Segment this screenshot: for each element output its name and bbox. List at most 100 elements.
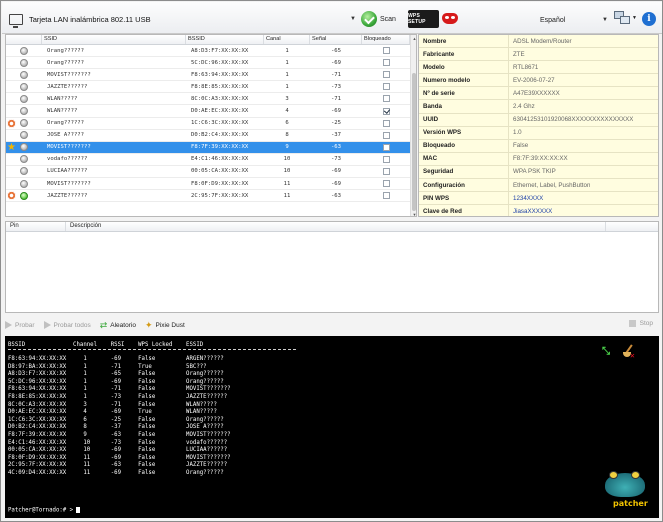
adapter-dropdown[interactable]: Tarjeta LAN inalámbrica 802.11 USB ▼ xyxy=(6,11,360,28)
detail-value[interactable]: JiasaXXXXXX xyxy=(509,208,552,215)
security-icon xyxy=(20,58,28,67)
cell-bssid: E4:C1:46:XX:XX:XX xyxy=(191,156,249,163)
locked-checkbox[interactable] xyxy=(382,119,390,127)
security-icon xyxy=(20,46,28,55)
detail-key: Fabricante xyxy=(419,48,509,61)
cell-signal: -25 xyxy=(330,120,342,127)
locked-checkbox[interactable] xyxy=(382,131,390,139)
network-row[interactable]: Orang?????? A8:D3:F7:XX:XX:XX 1 -65 xyxy=(6,45,410,58)
wps-setup-logo[interactable]: WPS SETUP xyxy=(408,10,439,28)
detail-value[interactable]: 1234XXXX xyxy=(509,195,543,202)
locked-checkbox[interactable] xyxy=(382,180,390,188)
locked-checkbox[interactable] xyxy=(382,71,390,79)
monitor-icon xyxy=(9,13,23,28)
column-locked[interactable]: Bloqueado xyxy=(362,35,410,44)
column-channel[interactable]: Canal xyxy=(264,35,310,44)
console-line: 00:05:CA:XX:XX:XX 10 -69 False LUCIAA???… xyxy=(8,447,228,454)
locked-checkbox[interactable] xyxy=(382,107,390,115)
network-row[interactable]: Orang?????? 5C:DC:96:XX:XX:XX 1 -69 xyxy=(6,57,410,70)
expand-icon[interactable]: ⤡ xyxy=(602,346,610,357)
detail-value: WPA PSK TKIP xyxy=(513,168,556,176)
pixie-dust-button[interactable]: ✦ Pixie Dust xyxy=(145,320,185,331)
network-list-scrollbar[interactable]: ▲ ▼ xyxy=(410,35,416,216)
scan-button[interactable]: Scan xyxy=(361,10,401,28)
console-line: F8:63:94:XX:XX:XX 1 -69 False ARGEN?????… xyxy=(8,356,224,362)
cell-channel: 11 xyxy=(283,180,291,187)
info-icon[interactable]: i xyxy=(642,12,656,26)
detail-value: 1.0 xyxy=(513,129,522,137)
locked-checkbox[interactable] xyxy=(382,155,390,163)
network-list-header: SSID BSSID Canal Señal Bloqueado xyxy=(6,35,410,45)
column-ssid[interactable]: SSID xyxy=(42,35,186,44)
scroll-down-icon[interactable]: ▼ xyxy=(411,212,416,216)
security-icon xyxy=(20,143,28,152)
network-row[interactable]: WLAN????? 8C:0C:A3:XX:XX:XX 3 -71 xyxy=(6,93,410,106)
network-row[interactable]: ★ MOVIST??????? F8:7F:39:XX:XX:XX 9 -63 xyxy=(6,141,410,154)
network-row[interactable]: JAZZTE?????? 2C:95:7F:XX:XX:XX 11 -63 xyxy=(6,190,410,203)
network-row[interactable]: WLAN????? D0:AE:EC:XX:XX:XX 4 -69 xyxy=(6,105,410,118)
aleatorio-button[interactable]: ⇄ Aleatorio xyxy=(100,320,136,331)
locked-checkbox[interactable] xyxy=(382,59,390,67)
detail-key: UUID xyxy=(419,113,509,126)
network-row[interactable]: JOSE A????? D0:B2:C4:XX:XX:XX 8 -37 xyxy=(6,130,410,142)
column-pin[interactable]: Pin xyxy=(6,222,66,231)
probar-button[interactable]: Probar xyxy=(5,321,35,329)
row-icons xyxy=(6,155,42,164)
security-icon xyxy=(20,70,28,79)
cell-bssid: F8:8E:85:XX:XX:XX xyxy=(191,83,249,90)
detail-row: Fabricante ZTE xyxy=(419,48,658,62)
detail-key: Nº de serie xyxy=(419,87,509,100)
detail-value: F8:7F:39:XX:XX:XX xyxy=(513,155,568,163)
locked-checkbox[interactable] xyxy=(382,83,390,91)
network-adapter-icon[interactable] xyxy=(614,11,632,26)
cell-locked xyxy=(362,155,410,163)
locked-checkbox[interactable] xyxy=(382,192,390,200)
detail-key: PIN WPS xyxy=(419,192,509,205)
locked-checkbox[interactable] xyxy=(382,167,390,175)
console-line: E4:C1:46:XX:XX:XX 10 -73 False vodafo???… xyxy=(8,439,228,446)
probar-todos-label: Probar todos xyxy=(53,321,91,329)
scroll-up-icon[interactable]: ▲ xyxy=(411,36,416,41)
column-signal[interactable]: Señal xyxy=(310,35,362,44)
cell-ssid: WLAN????? xyxy=(47,108,78,115)
cursor xyxy=(76,507,81,513)
cell-locked xyxy=(362,119,410,127)
locked-checkbox[interactable] xyxy=(382,47,390,55)
console-line: F8:7F:39:XX:XX:XX 9 -63 False MOVIST????… xyxy=(8,431,231,438)
network-row[interactable]: MOVIST??????? F8:0F:D9:XX:XX:XX 11 -69 xyxy=(6,178,410,191)
locked-checkbox[interactable] xyxy=(382,143,390,151)
security-icon xyxy=(20,179,28,188)
cell-signal: -63 xyxy=(330,144,342,151)
logo-text: patcher xyxy=(613,499,648,508)
console-prompt[interactable]: Patcher@Tornado:# > xyxy=(8,507,81,514)
detail-row: Seguridad WPA PSK TKIP xyxy=(419,165,658,180)
console-output[interactable]: BSSID Channel RSSI WPS Locked ESSID F8:6… xyxy=(5,336,659,518)
adapter-label: Tarjeta LAN inalámbrica 802.11 USB xyxy=(29,14,151,24)
column-description[interactable]: Descripción xyxy=(66,222,606,231)
probar-todos-button[interactable]: Probar todos xyxy=(43,321,91,329)
console-header: BSSID Channel RSSI WPS Locked ESSID xyxy=(8,342,204,348)
cell-ssid: MOVIST??????? xyxy=(47,71,91,78)
console-line: D0:B2:C4:XX:XX:XX 8 -37 False JOSE A????… xyxy=(8,424,224,431)
cell-channel: 1 xyxy=(285,59,289,66)
scrollbar-thumb[interactable] xyxy=(412,73,416,211)
console-line: 4C:09:D4:XX:XX:XX 11 -69 False Orang????… xyxy=(8,469,224,476)
detail-row: Banda 2.4 Ghz xyxy=(419,100,658,114)
cell-locked xyxy=(362,180,410,188)
clear-console-icon[interactable]: ✕ xyxy=(622,344,636,360)
blank-icon xyxy=(7,58,16,67)
column-bssid[interactable]: BSSID xyxy=(186,35,264,44)
detail-row: Nombre ADSL Modem/Router xyxy=(419,35,658,49)
language-dropdown[interactable]: Español ▼ xyxy=(540,13,612,27)
network-row[interactable]: Orang?????? 1C:C6:3C:XX:XX:XX 6 -25 xyxy=(6,118,410,130)
stop-button[interactable]: Stop xyxy=(628,320,653,327)
network-row[interactable]: vodafo?????? E4:C1:46:XX:XX:XX 10 -73 xyxy=(6,154,410,166)
mask-icon[interactable] xyxy=(442,13,458,24)
detail-key: Seguridad xyxy=(419,165,509,179)
cell-ssid: Orang?????? xyxy=(47,47,85,54)
network-row[interactable]: JAZZTE?????? F8:8E:85:XX:XX:XX 1 -73 xyxy=(6,81,410,94)
chevron-down-icon[interactable]: ▼ xyxy=(632,15,637,21)
locked-checkbox[interactable] xyxy=(382,95,390,103)
network-row[interactable]: LUCIAA?????? 00:05:CA:XX:XX:XX 10 -69 xyxy=(6,166,410,179)
network-row[interactable]: MOVIST??????? F8:63:94:XX:XX:XX 1 -71 xyxy=(6,69,410,82)
